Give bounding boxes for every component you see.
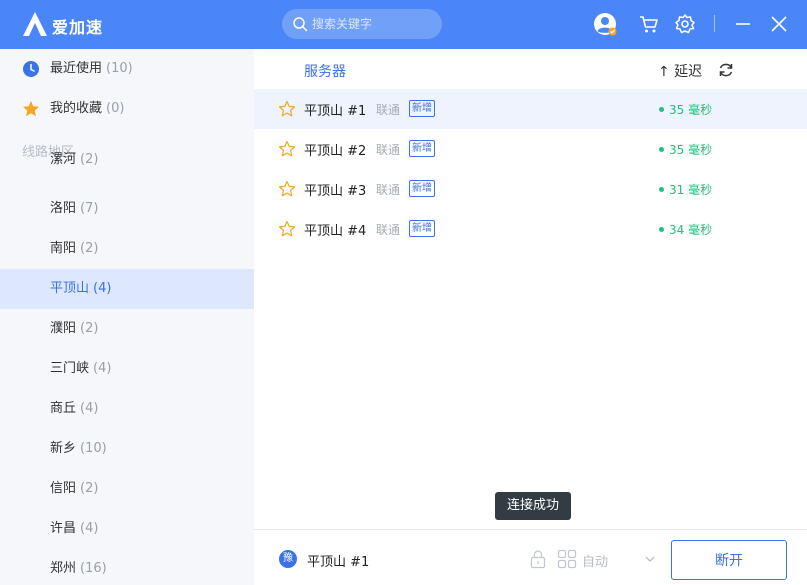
sidebar-item-count: (0) — [106, 101, 125, 116]
latency-value: 34 毫秒 — [659, 221, 712, 238]
server-isp: 联通 — [376, 103, 401, 117]
cart-icon[interactable] — [637, 12, 661, 36]
region-count: (4) — [93, 281, 112, 296]
region-label: 南阳 — [50, 241, 77, 256]
server-name: 平顶山 #3 — [304, 184, 367, 199]
region-label: 三门峡 — [50, 361, 90, 376]
current-server-name: 平顶山 #1 — [307, 555, 370, 570]
region-label: 濮阳 — [50, 321, 77, 336]
latency-text: 35 毫秒 — [669, 103, 713, 117]
star-filled-icon — [23, 101, 39, 117]
mode-grid-icon[interactable] — [557, 549, 577, 569]
server-name: 平顶山 #2 — [304, 144, 367, 159]
server-row[interactable]: 平顶山 #1 联通 新增 35 毫秒 — [254, 89, 807, 129]
region-count: (16) — [80, 561, 107, 576]
title-bar: 爱加速 — [0, 0, 807, 49]
region-count: (2) — [80, 481, 99, 496]
new-badge: 新增 — [409, 100, 435, 117]
column-header-server: 服务器 — [304, 64, 346, 80]
minimize-icon[interactable] — [731, 12, 755, 36]
sidebar-item-region[interactable]: 濮阳 (2) — [0, 309, 254, 349]
province-badge: 豫 — [279, 550, 297, 568]
server-row[interactable]: 平顶山 #2 联通 新增 35 毫秒 — [254, 129, 807, 169]
server-list-panel: 服务器 ↑ 延迟 平顶山 #1 联通 新增 35 毫秒 平顶山 #2 联通 新增… — [254, 49, 807, 529]
sidebar-item-region[interactable]: 信阳 (2) — [0, 469, 254, 509]
disconnect-button[interactable]: 断开 — [671, 540, 787, 580]
region-count: (7) — [80, 201, 99, 216]
server-row[interactable]: 平顶山 #3 联通 新增 31 毫秒 — [254, 169, 807, 209]
server-isp: 联通 — [376, 223, 401, 237]
chevron-down-icon[interactable] — [644, 553, 656, 565]
clock-icon — [23, 61, 39, 77]
latency-value: 35 毫秒 — [659, 141, 712, 158]
close-icon[interactable] — [767, 12, 791, 36]
region-label: 信阳 — [50, 481, 77, 496]
region-count: (10) — [80, 441, 107, 456]
sidebar-item-region[interactable]: 新乡 (10) — [0, 429, 254, 469]
status-dot — [659, 107, 664, 112]
sidebar-item-count: (10) — [106, 61, 133, 76]
status-dot — [659, 147, 664, 152]
region-label: 商丘 — [50, 401, 77, 416]
latency-text: 31 毫秒 — [669, 183, 713, 197]
new-badge: 新增 — [409, 180, 435, 197]
server-isp: 联通 — [376, 143, 401, 157]
sidebar: 最近使用 (10) 我的收藏 (0) 线路地区 漯河 (2) 洛阳 (7) 南阳 (2) … — [0, 49, 254, 585]
region-label: 洛阳 — [50, 201, 77, 216]
mode-select[interactable]: 自动 — [582, 551, 608, 570]
sidebar-item-region[interactable]: 许昌 (4) — [0, 509, 254, 549]
latency-text: 35 毫秒 — [669, 143, 713, 157]
server-name: 平顶山 #4 — [304, 224, 367, 239]
sidebar-item-region[interactable]: 南阳 (2) — [0, 229, 254, 269]
connection-success-toast: 连接成功 — [495, 492, 571, 520]
sidebar-item-favorites[interactable]: 我的收藏 (0) — [0, 89, 254, 129]
sidebar-item-region-active[interactable]: 平顶山 (4) — [0, 269, 254, 309]
latency-text: 34 毫秒 — [669, 223, 713, 237]
region-label: 郑州 — [50, 561, 77, 576]
region-count: (2) — [80, 241, 99, 256]
connection-bar: 豫 平顶山 #1 自动 断开 — [254, 529, 807, 585]
region-label: 平顶山 — [50, 281, 90, 296]
app-title: 爱加速 — [52, 18, 104, 37]
search-input[interactable] — [312, 15, 434, 33]
sidebar-item-label: 我的收藏 — [50, 101, 103, 116]
server-name: 平顶山 #1 — [304, 104, 367, 119]
region-count: (4) — [93, 361, 112, 376]
sidebar-item-region[interactable]: 漯河 (2) — [0, 149, 254, 189]
sidebar-item-region[interactable]: 三门峡 (4) — [0, 349, 254, 389]
region-count: (4) — [80, 521, 99, 536]
new-badge: 新增 — [409, 140, 435, 157]
sidebar-item-label: 最近使用 — [50, 61, 103, 76]
sidebar-item-recent[interactable]: 最近使用 (10) — [0, 49, 254, 89]
titlebar-divider — [714, 15, 715, 32]
server-row[interactable]: 平顶山 #4 联通 新增 34 毫秒 — [254, 209, 807, 249]
latency-value: 31 毫秒 — [659, 181, 712, 198]
search-box[interactable] — [282, 9, 442, 39]
favorite-star-icon[interactable] — [278, 140, 296, 158]
region-count: (2) — [80, 321, 99, 336]
new-badge: 新增 — [409, 220, 435, 237]
favorite-star-icon[interactable] — [278, 220, 296, 238]
status-dot — [659, 187, 664, 192]
latency-value: 35 毫秒 — [659, 101, 712, 118]
sidebar-item-region[interactable]: 洛阳 (7) — [0, 189, 254, 229]
search-icon — [293, 17, 308, 32]
status-dot — [659, 227, 664, 232]
favorite-star-icon[interactable] — [278, 180, 296, 198]
refresh-icon[interactable] — [717, 61, 735, 79]
sort-by-latency[interactable]: ↑ 延迟 — [658, 61, 702, 81]
region-count: (2) — [80, 152, 99, 167]
region-count: (4) — [80, 401, 99, 416]
settings-gear-icon[interactable] — [673, 12, 697, 36]
user-avatar-icon[interactable] — [593, 12, 617, 36]
favorite-star-icon[interactable] — [278, 100, 296, 118]
sidebar-item-region[interactable]: 郑州 (16) — [0, 549, 254, 585]
region-label: 许昌 — [50, 521, 77, 536]
sidebar-item-region[interactable]: 商丘 (4) — [0, 389, 254, 429]
app-logo-icon — [23, 12, 47, 36]
region-label: 新乡 — [50, 441, 77, 456]
region-label: 漯河 — [50, 152, 77, 167]
server-isp: 联通 — [376, 183, 401, 197]
lock-icon[interactable] — [529, 549, 547, 569]
